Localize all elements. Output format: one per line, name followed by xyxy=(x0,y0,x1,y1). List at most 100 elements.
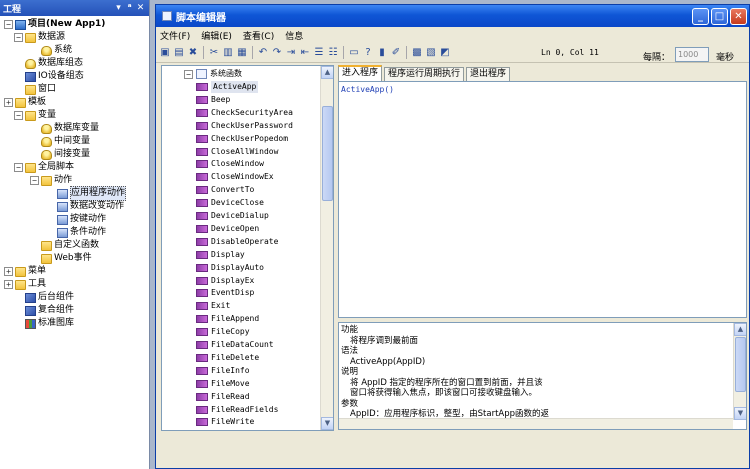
code-editor[interactable]: ActiveApp() xyxy=(338,81,747,318)
menu-edit[interactable]: 编辑(E) xyxy=(201,29,232,42)
tree-item[interactable]: 数据库组态 xyxy=(14,57,83,70)
find-icon[interactable]: ▭ xyxy=(348,47,360,59)
redo-icon[interactable]: ↷ xyxy=(271,47,283,59)
maximize-button[interactable]: □ xyxy=(711,7,728,25)
collapse-icon[interactable]: − xyxy=(30,176,39,185)
tree-item[interactable]: 应用程序动作 xyxy=(46,186,127,201)
function-item[interactable]: CloseAllWindow xyxy=(196,146,278,158)
function-item[interactable]: CheckSecurityArea xyxy=(196,107,293,119)
function-item[interactable]: Display xyxy=(196,249,245,261)
collapse-icon[interactable]: − xyxy=(184,69,193,79)
scroll-down-icon[interactable]: ▼ xyxy=(734,407,746,420)
tree-item[interactable]: + 工具 xyxy=(4,278,46,291)
function-item[interactable]: CheckUserPopedom xyxy=(196,133,288,145)
tree-item[interactable]: 窗口 xyxy=(14,83,56,96)
function-item[interactable]: FileRead xyxy=(196,391,250,403)
minimize-button[interactable]: _ xyxy=(692,7,709,25)
function-item[interactable]: FileAppend xyxy=(196,313,259,325)
outdent-icon[interactable]: ⇤ xyxy=(299,47,311,59)
tree-item[interactable]: 数据库变量 xyxy=(30,122,99,135)
collapse-icon[interactable]: − xyxy=(14,163,23,172)
help-scrollbar[interactable]: ▲ ▼ xyxy=(733,323,746,420)
tree-item[interactable]: IO设备组态 xyxy=(14,70,84,83)
function-item[interactable]: DeviceOpen xyxy=(196,223,259,235)
expand-icon[interactable]: + xyxy=(4,267,13,276)
db-icon[interactable]: ◩ xyxy=(439,47,451,59)
scroll-down-icon[interactable]: ▼ xyxy=(321,417,333,430)
tree-item[interactable]: 间接变量 xyxy=(30,148,90,161)
tree-item[interactable]: 中间变量 xyxy=(30,135,90,148)
pane-close-icon[interactable]: ✕ xyxy=(135,3,146,13)
function-item[interactable]: DisableOperate xyxy=(196,236,278,248)
tree-item[interactable]: − 变量 xyxy=(14,109,56,122)
function-item[interactable]: CheckUserPassword xyxy=(196,120,293,132)
function-item[interactable]: DeviceDialup xyxy=(196,210,269,222)
tree-item[interactable]: − 全局脚本 xyxy=(14,161,74,174)
copy-icon[interactable]: ▥ xyxy=(222,47,234,59)
menu-info[interactable]: 信息 xyxy=(285,29,303,42)
collapse-icon[interactable]: − xyxy=(14,111,23,120)
expand-icon[interactable]: + xyxy=(4,98,13,107)
function-item[interactable]: FileInfo xyxy=(196,365,250,377)
wizard-icon[interactable]: ✐ xyxy=(390,47,402,59)
tree-item[interactable]: 标准图库 xyxy=(14,317,74,330)
function-item[interactable]: FileCopy xyxy=(196,326,250,338)
tree-item[interactable]: 条件动作 xyxy=(46,226,106,239)
tab-enter-program[interactable]: 进入程序 xyxy=(338,65,383,81)
tab-periodic-execution[interactable]: 程序运行周期执行 xyxy=(384,67,465,81)
delete-icon[interactable]: ✖ xyxy=(187,47,199,59)
tree-item[interactable]: + 模板 xyxy=(4,96,46,109)
scroll-up-icon[interactable]: ▲ xyxy=(321,66,333,79)
tree-item[interactable]: 按键动作 xyxy=(46,213,106,226)
function-item[interactable]: ActiveApp xyxy=(196,81,259,93)
function-item[interactable]: FileDataCount xyxy=(196,339,274,351)
collapse-icon[interactable]: − xyxy=(4,20,13,29)
interval-input[interactable] xyxy=(675,47,709,62)
scroll-up-icon[interactable]: ▲ xyxy=(734,323,746,336)
collapse-icon[interactable]: − xyxy=(14,33,23,42)
tree-item[interactable]: 系统 xyxy=(30,44,72,57)
function-item[interactable]: CloseWindow xyxy=(196,158,264,170)
cut-icon[interactable]: ✂ xyxy=(208,47,220,59)
function-item[interactable]: ConvertTo xyxy=(196,184,254,196)
run-icon[interactable]: ▩ xyxy=(411,47,423,59)
tab-exit-program[interactable]: 退出程序 xyxy=(466,67,511,81)
help-icon[interactable]: ? xyxy=(362,47,374,59)
function-item[interactable]: Beep xyxy=(196,94,230,106)
expand-icon[interactable]: + xyxy=(4,280,13,289)
function-item[interactable]: FileMove xyxy=(196,378,250,390)
function-item[interactable]: CloseWindowEx xyxy=(196,171,274,183)
tree-item[interactable]: 后台组件 xyxy=(14,291,74,304)
paste-icon[interactable]: ▦ xyxy=(236,47,248,59)
function-list-scrollbar[interactable]: ▲ ▼ xyxy=(320,66,333,430)
save-icon[interactable]: ▣ xyxy=(159,47,171,59)
function-item[interactable]: EventDisp xyxy=(196,287,254,299)
pane-pin-icon[interactable]: ᵃ xyxy=(124,3,135,13)
function-item[interactable]: Exit xyxy=(196,300,230,312)
tree-item[interactable]: − 动作 xyxy=(30,174,72,187)
save-all-icon[interactable]: ▤ xyxy=(173,47,185,59)
tree-item[interactable]: − 项目(New App1) xyxy=(4,18,105,31)
tree-item[interactable]: 自定义函数 xyxy=(30,239,99,252)
close-button[interactable]: ✕ xyxy=(730,7,747,25)
properties-icon[interactable]: ▮ xyxy=(376,47,388,59)
function-item[interactable]: FileReadFields xyxy=(196,404,278,416)
pane-dropdown-icon[interactable]: ▾ xyxy=(113,3,124,13)
scroll-thumb[interactable] xyxy=(735,337,746,392)
check-icon[interactable]: ▧ xyxy=(425,47,437,59)
function-item[interactable]: FileWrite xyxy=(196,416,254,428)
tree-item[interactable]: Web事件 xyxy=(30,252,92,265)
tree-item[interactable]: + 菜单 xyxy=(4,265,46,278)
menu-view[interactable]: 查看(C) xyxy=(243,29,274,42)
undo-icon[interactable]: ↶ xyxy=(257,47,269,59)
tree-item[interactable]: − 数据源 xyxy=(14,31,65,44)
comment-icon[interactable]: ☰ xyxy=(313,47,325,59)
function-item[interactable]: DisplayEx xyxy=(196,275,254,287)
tree-item[interactable]: 数据改变动作 xyxy=(46,200,124,213)
uncomment-icon[interactable]: ☷ xyxy=(327,47,339,59)
function-item[interactable]: DeviceClose xyxy=(196,197,264,209)
help-horizontal-scrollbar[interactable] xyxy=(339,418,733,429)
function-item[interactable]: FileDelete xyxy=(196,352,259,364)
menu-file[interactable]: 文件(F) xyxy=(160,29,190,42)
scroll-thumb[interactable] xyxy=(322,106,333,201)
